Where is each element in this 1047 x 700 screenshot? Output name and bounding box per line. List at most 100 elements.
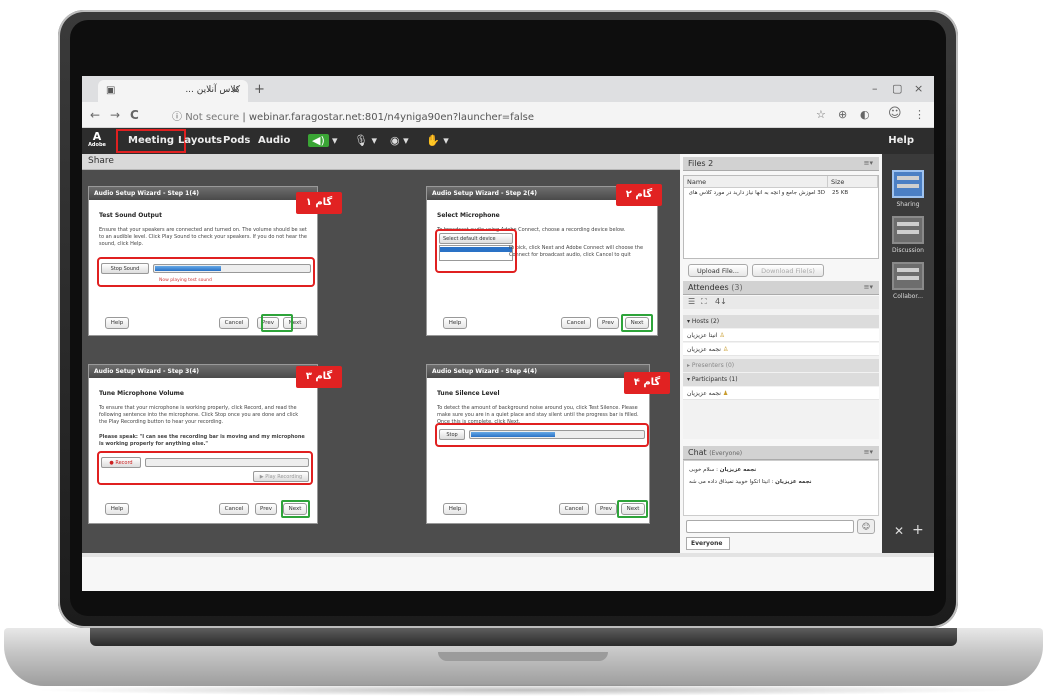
laptop-hinge [90,628,957,646]
chat-emoji-button[interactable]: ☺ [857,519,875,534]
cancel-button[interactable]: Cancel [219,503,249,515]
not-secure-label: Not secure [185,112,240,123]
share-pod-body: Audio Setup Wizard - Step 1(4) Test Soun… [82,170,680,553]
reload-button[interactable]: C [130,108,139,122]
chat-scope: (Everyone) [709,450,743,457]
host-icon: ♙ [722,346,729,353]
minimize-button[interactable]: – [872,82,878,95]
help-button[interactable]: Help [443,503,467,515]
extension2-icon[interactable]: ◐ [860,108,870,121]
share-pod-title: Share [88,156,114,166]
download-files-button[interactable]: Download File(s) [752,264,824,277]
wizard-text-2: Please speak: "I can see the recording b… [99,434,305,447]
highlight-meeting [116,129,186,153]
add-layout-icon[interactable]: + [912,522,924,538]
wizard-subtitle: Test Sound Output [99,212,162,219]
speaker-icon[interactable]: ◀) [308,134,329,147]
column-header-size[interactable]: Size [828,176,878,188]
prev-button[interactable]: Prev [255,503,277,515]
browser-tab[interactable]: ▣ کلاس آنلاین ... × [98,80,248,102]
laptop-shadow [30,684,1020,696]
extension-icon[interactable]: ⊕ [838,108,847,121]
layout-discussion[interactable]: Discussion [888,216,928,254]
step-badge-3: گام ۳ [296,366,342,388]
wizard-text-2: to pick, click Next and Adobe Connect wi… [509,245,644,258]
file-name[interactable]: 3D آموزش جامع و آنچه به آنها نیاز دارید … [687,190,825,196]
raise-hand-icon[interactable]: ✋ ▾ [426,134,449,147]
star-icon[interactable]: ☆ [816,108,826,121]
webcam-icon[interactable]: ◉ ▾ [390,134,409,147]
screen: ▣ کلاس آنلاین ... × + – ▢ × ← → C ⓘ Not … [82,76,934,591]
participants-group[interactable]: ▾ Participants (1) [683,373,879,386]
help-button[interactable]: Help [105,503,129,515]
hosts-group[interactable]: ▾ Hosts (2) [683,315,879,328]
close-window-button[interactable]: × [914,82,923,95]
pod-menu-icon[interactable]: ≡▾ [864,283,873,291]
cancel-button[interactable]: Cancel [219,317,249,329]
wizard-step-3: Audio Setup Wizard - Step 3(4) Tune Micr… [88,364,318,524]
step-badge-2: گام ۲ [616,184,662,206]
wizard-text: To ensure that your microphone is workin… [99,405,299,425]
highlight-next-3 [281,500,310,518]
maximize-button[interactable]: ▢ [892,82,902,95]
list-view-icon[interactable]: ☰ [688,297,695,306]
share-pod-header: Share [82,154,680,170]
attendee-row[interactable]: ♙ انیتا عزیزیان [683,329,879,342]
highlight-next-2 [621,314,653,332]
cancel-button[interactable]: Cancel [559,503,589,515]
profile-icon[interactable]: ☺ [888,106,902,121]
new-tab-button[interactable]: + [254,82,265,97]
attendees-toolbar: ☰ ⛶ 4↓ [683,296,879,310]
chat-tab-everyone[interactable]: Everyone [686,537,730,550]
chat-pod-title: Chat [688,448,707,457]
attendee-row[interactable]: ♙ نجمه عزیزیان [683,343,879,356]
help-button[interactable]: Help [105,317,129,329]
favicon-icon: ▣ [106,85,116,96]
attendees-list: ▾ Hosts (2) ♙ انیتا عزیزیان ♙ نجمه عزیزی… [683,309,879,439]
speaker-dropdown-icon[interactable]: ▾ [332,134,338,147]
files-pod-title: Files 2 [688,159,714,168]
highlight-next-4 [617,500,648,518]
layout-sharing[interactable]: Sharing [888,170,928,208]
back-button[interactable]: ← [90,108,100,122]
pod-menu-icon[interactable]: ≡▾ [864,448,873,456]
attendees-pod-title: Attendees [688,283,729,292]
pod-menu-icon[interactable]: ≡▾ [864,159,873,167]
menu-layouts[interactable]: Layouts [178,135,222,146]
attendee-row[interactable]: ♟ نجمه عزیزیان [683,387,879,400]
host-icon: ♙ [719,332,725,339]
laptop-notch [438,652,608,661]
chat-message: نجمه عزیزیان : سلام خوبی [689,467,757,473]
chat-messages: نجمه عزیزیان : سلام خوبی نجمه عزیزیان : … [683,460,879,516]
menu-pods[interactable]: Pods [223,135,250,146]
layout-collaboration[interactable]: Collabor... [888,262,928,300]
microphone-icon[interactable]: 🎙 ▾ [354,134,377,147]
highlight-step3 [97,451,313,485]
browser-tab-bar: ▣ کلاس آنلاین ... × + – ▢ × [82,76,934,102]
prev-button[interactable]: Prev [597,317,619,329]
presenters-group[interactable]: ▸ Presenters (0) [683,359,879,372]
upload-file-button[interactable]: Upload File... [688,264,748,277]
wizard-title: Audio Setup Wizard - Step 4(4) [427,365,649,378]
help-menu[interactable]: Help [888,135,914,146]
url-field[interactable]: ⓘ Not secure | webinar.faragostar.net:80… [172,108,534,123]
close-tab-icon[interactable]: × [232,85,240,96]
collapse-icon[interactable]: ✕ [894,524,904,538]
url-text: webinar.faragostar.net:801/n4yniga90en?l… [248,112,534,123]
chat-input[interactable] [686,520,854,533]
help-button[interactable]: Help [443,317,467,329]
more-menu-icon[interactable]: ⋮ [914,108,925,121]
step-badge-4: گام ۴ [624,372,670,394]
forward-button[interactable]: → [110,108,120,122]
column-header-name[interactable]: Name [684,176,828,188]
chat-message: نجمه عزیزیان : انیتا اتکوا خوبید نمیذاق … [689,479,812,485]
grid-view-icon[interactable]: ⛶ [701,297,707,307]
menu-audio[interactable]: Audio [258,135,290,146]
highlight-next-1 [261,314,293,332]
adobe-logo: A Adobe [88,130,106,148]
file-size: 25 KB [832,190,849,196]
cancel-button[interactable]: Cancel [561,317,591,329]
sort-icon[interactable]: 4↓ [715,297,727,306]
wizard-title: Audio Setup Wizard - Step 3(4) [89,365,317,378]
prev-button[interactable]: Prev [595,503,617,515]
